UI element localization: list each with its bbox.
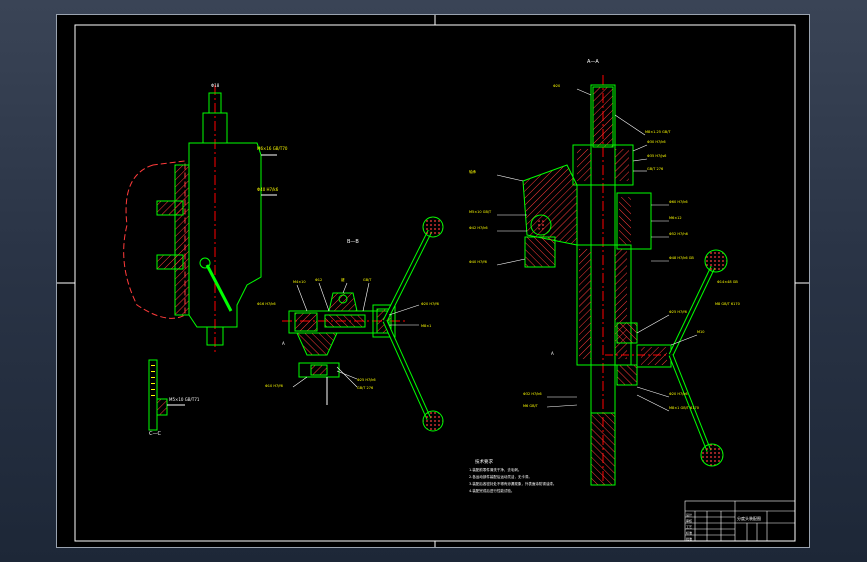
view-label-c: C—C [149, 431, 161, 437]
title-block-name: 分度头装配图 [737, 515, 761, 521]
tech-req-line: 4.装配完成后进行性能试验。 [469, 488, 514, 493]
view-label-a: A—A [587, 59, 599, 65]
drawing-sheet[interactable]: M6×16 GB/T70 Φ40 H7/k6 Φ18 M5×10 GB/T71 … [56, 14, 810, 548]
svg-text:GB/T 276: GB/T 276 [647, 167, 663, 171]
tech-req-title: 技术要求 [475, 458, 493, 465]
middle-section-view: B—B M4×10 Φ12 键 GB/T Φ16 H7/k6 Φ20 H7/f6… [257, 216, 444, 432]
title-block-row: 审核 [686, 518, 692, 523]
section-marker-a-right: A [551, 351, 554, 356]
svg-text:M6×12: M6×12 [669, 216, 682, 220]
title-block-row: 设计 [686, 512, 692, 517]
svg-text:Φ48 H7/k6 GB: Φ48 H7/k6 GB [669, 256, 694, 260]
svg-text:Φ20 H7/f6: Φ20 H7/f6 [421, 302, 439, 306]
svg-text:M4×10: M4×10 [293, 280, 306, 284]
tech-req-line: 1.装配前零件清洗干净，去毛刺。 [469, 467, 521, 472]
svg-text:Φ10 H7/f6: Φ10 H7/f6 [265, 384, 283, 388]
svg-text:Φ32 H7/k6: Φ32 H7/k6 [523, 392, 542, 396]
svg-text:轴承: 轴承 [469, 169, 477, 174]
svg-text:Φ14×48 GB: Φ14×48 GB [717, 280, 738, 284]
technical-requirements: 技术要求 1.装配前零件清洗干净，去毛刺。 2.各运动部件装配后运动灵活，无卡滞… [469, 458, 556, 493]
svg-text:Φ25 H7/k6: Φ25 H7/k6 [357, 378, 376, 382]
svg-text:Φ60 H7/k6: Φ60 H7/k6 [669, 200, 688, 204]
svg-text:M8 GB/T 6170: M8 GB/T 6170 [715, 302, 740, 306]
left-elevation-view: M6×16 GB/T70 Φ40 H7/k6 Φ18 M5×10 GB/T71 … [123, 83, 288, 437]
title-block [684, 500, 796, 542]
svg-text:M6 GB/T: M6 GB/T [523, 404, 539, 408]
svg-text:Φ52 H7/h6: Φ52 H7/h6 [669, 232, 688, 236]
svg-text:Φ25 H7/f6: Φ25 H7/f6 [669, 310, 687, 314]
view-label-b: B—B [347, 239, 359, 245]
svg-text:M5×10 GB/T71: M5×10 GB/T71 [169, 397, 200, 402]
svg-text:Φ12: Φ12 [315, 278, 322, 282]
svg-text:Φ20 H7/k6: Φ20 H7/k6 [669, 392, 688, 396]
tech-req-line: 2.各运动部件装配后运动灵活，无卡滞。 [469, 474, 532, 479]
svg-text:Φ20: Φ20 [553, 84, 560, 88]
svg-text:M8×1 GB/T 6170: M8×1 GB/T 6170 [669, 406, 699, 410]
svg-text:M5×10 GB/T: M5×10 GB/T [469, 210, 492, 214]
drawing-canvas: M6×16 GB/T70 Φ40 H7/k6 Φ18 M5×10 GB/T71 … [57, 15, 809, 547]
svg-text:M10: M10 [697, 330, 704, 334]
svg-text:Φ16 H7/k6: Φ16 H7/k6 [257, 302, 276, 306]
svg-text:Φ30 H7/k6: Φ30 H7/k6 [647, 140, 666, 144]
svg-text:键: 键 [341, 277, 345, 282]
section-marker-a-left: A [282, 341, 285, 346]
right-main-section-view: A—A M8×1.25 GB/TΦ30 H7/k6 Φ35 H7/js6GB/T… [469, 59, 740, 486]
svg-text:Φ40 H7/f6: Φ40 H7/f6 [469, 260, 487, 264]
svg-text:Φ40 H7/k6: Φ40 H7/k6 [257, 187, 279, 192]
svg-text:Φ35 H7/js6: Φ35 H7/js6 [647, 154, 666, 158]
cad-viewport[interactable]: M6×16 GB/T70 Φ40 H7/k6 Φ18 M5×10 GB/T71 … [0, 0, 867, 562]
svg-text:M6×16 GB/T70: M6×16 GB/T70 [257, 146, 288, 151]
svg-text:GB/T 276: GB/T 276 [357, 386, 373, 390]
svg-text:Φ42 H7/k6: Φ42 H7/k6 [469, 226, 488, 230]
title-block-row: 工艺 [686, 524, 692, 529]
title-block-row: 批准 [686, 536, 692, 541]
tech-req-line: 3.装配后各密封处不得有渗漏现象，外表面涂防锈油漆。 [469, 481, 556, 486]
svg-text:GB/T: GB/T [363, 278, 372, 282]
svg-text:M8×1.25 GB/T: M8×1.25 GB/T [645, 130, 671, 134]
title-block-row: 标准 [686, 530, 692, 535]
svg-text:Φ18: Φ18 [211, 83, 220, 88]
svg-text:M8×1: M8×1 [421, 324, 431, 328]
